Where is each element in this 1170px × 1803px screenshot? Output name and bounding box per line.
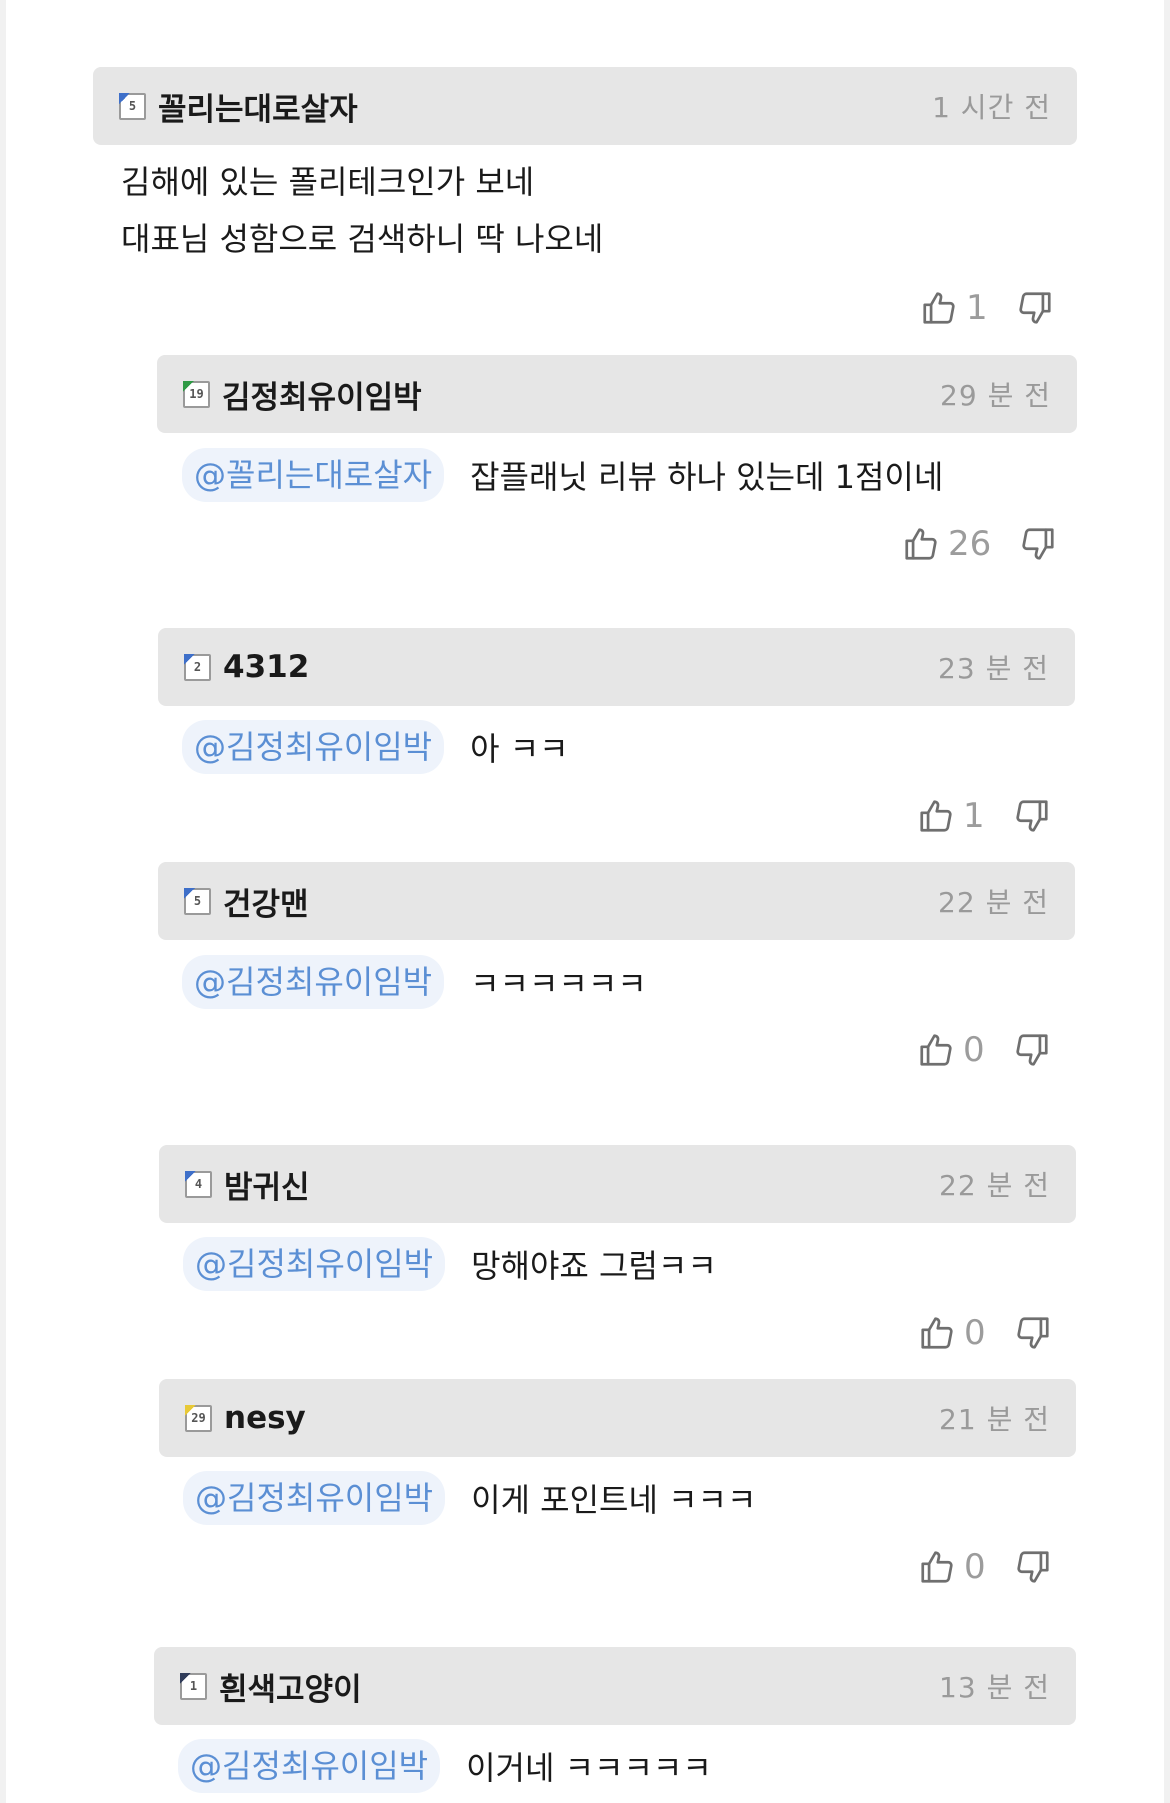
thumbs-up-icon[interactable] bbox=[920, 289, 958, 327]
mention-tag[interactable]: @김정최유이임박 bbox=[178, 1739, 441, 1793]
thumbs-down-icon[interactable] bbox=[1013, 797, 1051, 835]
comment-time: 13 분 전 bbox=[939, 1671, 1050, 1704]
comment-list: 5 꼴리는대로살자 1 시간 전 김해에 있는 폴리테크인가 보네 대표님 성함… bbox=[6, 0, 1164, 1803]
reply-text: ㅋㅋㅋㅋㅋㅋ bbox=[470, 965, 647, 1003]
reply-body: @김정최유이임박 ㅋㅋㅋㅋㅋㅋ bbox=[182, 955, 647, 1009]
comment-author[interactable]: 건강맨 bbox=[223, 879, 309, 924]
comment-author[interactable]: 밤귀신 bbox=[224, 1162, 310, 1207]
level-badge-icon: 5 bbox=[119, 92, 146, 120]
level-badge-icon: 1 bbox=[180, 1672, 207, 1700]
comment-header: 1 흰색고양이 13 분 전 bbox=[154, 1647, 1076, 1725]
comment-header: 4 밤귀신 22 분 전 bbox=[159, 1145, 1076, 1223]
level-badge-icon: 2 bbox=[184, 653, 211, 681]
comment-author[interactable]: 김정최유이임박 bbox=[222, 372, 422, 417]
reply-text: 이게 포인트네 ㅋㅋㅋ bbox=[471, 1481, 757, 1519]
thumbs-up-icon[interactable] bbox=[917, 797, 955, 835]
comment-author[interactable]: 꼴리는대로살자 bbox=[158, 84, 358, 129]
thumbs-up-icon[interactable] bbox=[902, 525, 940, 563]
comment-time: 22 분 전 bbox=[939, 1169, 1050, 1202]
reply-body: @김정최유이임박 이게 포인트네 ㅋㅋㅋ bbox=[183, 1471, 756, 1525]
reply-body: @김정최유이임박 망해야죠 그럼ㅋㅋ bbox=[183, 1237, 717, 1291]
reply-text: 아 ㅋㅋ bbox=[470, 730, 569, 768]
level-badge-icon: 29 bbox=[185, 1404, 212, 1432]
thumbs-down-icon[interactable] bbox=[1014, 1314, 1052, 1352]
reply-body: @김정최유이임박 아 ㅋㅋ bbox=[182, 720, 569, 774]
vote-bar: 1 bbox=[917, 796, 1051, 836]
comment-time: 21 분 전 bbox=[939, 1403, 1050, 1436]
thumbs-down-icon[interactable] bbox=[1016, 289, 1054, 327]
mention-tag[interactable]: @김정최유이임박 bbox=[182, 955, 445, 1009]
thumbs-down-icon[interactable] bbox=[1014, 1548, 1052, 1586]
mention-tag[interactable]: @꼴리는대로살자 bbox=[182, 448, 445, 502]
comment-header: 5 꼴리는대로살자 1 시간 전 bbox=[93, 67, 1077, 145]
vote-bar: 26 bbox=[902, 524, 1057, 564]
like-count: 26 bbox=[948, 524, 992, 564]
mention-tag[interactable]: @김정최유이임박 bbox=[182, 720, 445, 774]
thumbs-up-icon[interactable] bbox=[918, 1548, 956, 1586]
comment-line: 김해에 있는 폴리테크인가 보네 bbox=[121, 163, 535, 201]
comment-author[interactable]: 흰색고양이 bbox=[219, 1664, 362, 1709]
comment-author[interactable]: nesy bbox=[224, 1400, 306, 1436]
reply-text: 망해야죠 그럼ㅋㅋ bbox=[471, 1247, 717, 1285]
level-badge-icon: 4 bbox=[185, 1170, 212, 1198]
reply-body: @김정최유이임박 이거네 ㅋㅋㅋㅋㅋ bbox=[178, 1739, 712, 1793]
vote-bar: 0 bbox=[918, 1547, 1052, 1587]
vote-bar: 0 bbox=[917, 1030, 1051, 1070]
comment-time: 23 분 전 bbox=[938, 652, 1049, 685]
level-badge-icon: 5 bbox=[184, 887, 211, 915]
comment-header: 2 4312 23 분 전 bbox=[158, 628, 1075, 706]
comment-time: 1 시간 전 bbox=[932, 91, 1051, 124]
mention-tag[interactable]: @김정최유이임박 bbox=[183, 1471, 446, 1525]
comment-header: 29 nesy 21 분 전 bbox=[159, 1379, 1076, 1457]
thumbs-up-icon[interactable] bbox=[918, 1314, 956, 1352]
comment-header: 19 김정최유이임박 29 분 전 bbox=[157, 355, 1077, 433]
like-count: 0 bbox=[964, 1313, 986, 1353]
like-count: 0 bbox=[963, 1030, 985, 1070]
comment-author[interactable]: 4312 bbox=[223, 649, 309, 685]
reply-text: 이거네 ㅋㅋㅋㅋㅋ bbox=[466, 1749, 712, 1787]
vote-bar: 1 bbox=[920, 288, 1054, 328]
mention-tag[interactable]: @김정최유이임박 bbox=[183, 1237, 446, 1291]
comment-time: 29 분 전 bbox=[940, 379, 1051, 412]
thumbs-down-icon[interactable] bbox=[1013, 1031, 1051, 1069]
comment-line: 대표님 성함으로 검색하니 딱 나오네 bbox=[121, 220, 604, 258]
like-count: 1 bbox=[963, 796, 985, 836]
reply-body: @꼴리는대로살자 잡플래닛 리뷰 하나 있는데 1점이네 bbox=[182, 448, 943, 502]
reply-text: 잡플래닛 리뷰 하나 있는데 1점이네 bbox=[470, 458, 944, 496]
comment-body: 김해에 있는 폴리테크인가 보네 대표님 성함으로 검색하니 딱 나오네 bbox=[121, 154, 603, 268]
thumbs-up-icon[interactable] bbox=[917, 1031, 955, 1069]
comment-time: 22 분 전 bbox=[938, 886, 1049, 919]
like-count: 0 bbox=[964, 1547, 986, 1587]
level-badge-icon: 19 bbox=[183, 380, 210, 408]
comment-header: 5 건강맨 22 분 전 bbox=[158, 862, 1075, 940]
vote-bar: 0 bbox=[918, 1313, 1052, 1353]
like-count: 1 bbox=[966, 288, 988, 328]
thumbs-down-icon[interactable] bbox=[1019, 525, 1057, 563]
